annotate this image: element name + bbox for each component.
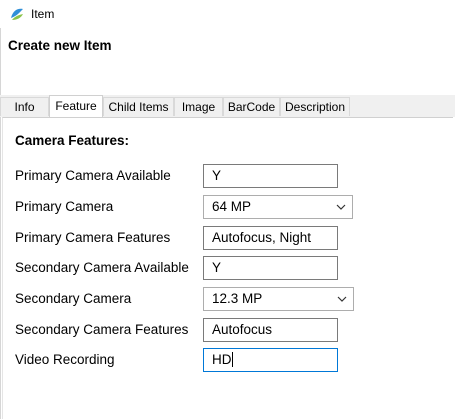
secondary-camera-value: 12.3 MP bbox=[212, 291, 263, 306]
tab-barcode[interactable]: BarCode bbox=[223, 97, 280, 116]
video-recording-label: Video Recording bbox=[15, 352, 115, 367]
window-border bbox=[0, 28, 1, 419]
chevron-down-icon bbox=[337, 296, 347, 302]
primary-camera-available-label: Primary Camera Available bbox=[15, 168, 171, 183]
secondary-camera-select[interactable]: 12.3 MP bbox=[203, 287, 354, 311]
tab-child-items[interactable]: Child Items bbox=[103, 97, 174, 116]
primary-camera-label: Primary Camera bbox=[15, 199, 114, 214]
tab-image[interactable]: Image bbox=[174, 97, 223, 116]
secondary-camera-available-field[interactable]: Y bbox=[203, 256, 338, 280]
video-recording-field[interactable]: HD bbox=[203, 348, 338, 372]
video-recording-value: HD bbox=[212, 352, 232, 367]
app-icon bbox=[11, 8, 23, 20]
text-caret bbox=[231, 352, 233, 367]
primary-camera-select[interactable]: 64 MP bbox=[203, 195, 353, 219]
secondary-camera-label: Secondary Camera bbox=[15, 291, 132, 306]
secondary-camera-available-label: Secondary Camera Available bbox=[15, 260, 189, 275]
primary-camera-available-field[interactable]: Y bbox=[203, 164, 338, 188]
primary-camera-features-label: Primary Camera Features bbox=[15, 230, 171, 245]
tab-info[interactable]: Info bbox=[0, 97, 49, 116]
chevron-down-icon bbox=[336, 204, 346, 210]
section-heading: Camera Features: bbox=[15, 133, 130, 148]
primary-camera-value: 64 MP bbox=[212, 199, 252, 214]
tab-description[interactable]: Description bbox=[280, 97, 350, 116]
primary-camera-features-field[interactable]: Autofocus, Night bbox=[203, 226, 338, 250]
secondary-camera-features-label: Secondary Camera Features bbox=[15, 322, 189, 337]
tab-feature[interactable]: Feature bbox=[49, 95, 103, 118]
secondary-camera-features-field[interactable]: Autofocus bbox=[203, 318, 338, 342]
page-title: Create new Item bbox=[8, 38, 112, 53]
title-bar: Item bbox=[0, 0, 455, 28]
window-title: Item bbox=[31, 7, 55, 21]
tab-strip: Info Feature Child Items Image BarCode D… bbox=[0, 95, 455, 118]
